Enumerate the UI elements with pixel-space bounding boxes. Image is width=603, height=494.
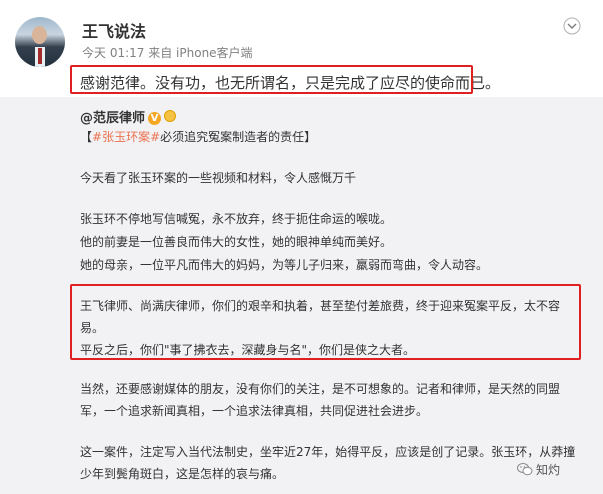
topic-link[interactable]: #张玉环案# bbox=[92, 130, 160, 144]
repost-paragraph-line: 军，一个追求新闻真相，一个追求法律真相，共同促进社会进步。 bbox=[80, 404, 429, 418]
username[interactable]: 王飞说法 bbox=[82, 18, 146, 42]
avatar[interactable] bbox=[15, 17, 65, 67]
repost-paragraph-line: 这一案件，注定写入当代法制史，坐牢近27年，始得平反，应该是创了记录。张玉环，从… bbox=[80, 445, 576, 459]
post-time[interactable]: 今天 01:17 bbox=[82, 46, 144, 60]
chevron-down-icon[interactable] bbox=[563, 17, 581, 35]
weibo-post-card: 王飞说法 今天 01:17 来自 iPhone客户端 感谢范律。没有功，也无所谓… bbox=[0, 0, 603, 494]
repost-paragraph-line: 她的母亲，一位平凡而伟大的妈妈，为等儿子归来，羸弱而弯曲，令人动容。 bbox=[80, 258, 489, 272]
repost-author-name[interactable]: @范辰律师 bbox=[80, 111, 145, 126]
repost-topic-line: 【#张玉环案#必须追究冤案制造者的责任】 bbox=[80, 130, 317, 144]
repost-author[interactable]: @范辰律师 V bbox=[80, 107, 177, 126]
wechat-icon bbox=[517, 463, 533, 476]
watermark: 知灼 bbox=[517, 461, 560, 478]
repost-paragraph-line: 张玉环不停地写信喊冤，永不放弃，终于扼住命运的喉咙。 bbox=[80, 212, 393, 226]
post-meta: 今天 01:17 来自 iPhone客户端 bbox=[82, 44, 253, 61]
medal-icon bbox=[164, 110, 177, 122]
post-source: 来自 iPhone客户端 bbox=[148, 46, 253, 60]
highlight-box-post bbox=[70, 65, 473, 94]
repost-paragraph-line: 少年到鬓角斑白，这是怎样的哀与痛。 bbox=[80, 467, 285, 481]
verified-v-icon: V bbox=[148, 112, 162, 125]
highlight-box-repost bbox=[70, 284, 581, 360]
repost-paragraph-line: 他的前妻是一位善良而伟大的女性，她的眼神单纯而美好。 bbox=[80, 235, 393, 249]
repost-paragraph-line: 当然，还要感谢媒体的朋友，没有你们的关注，是不可想象的。记者和律师，是天然的同盟 bbox=[80, 382, 561, 396]
watermark-text: 知灼 bbox=[536, 463, 561, 477]
repost-paragraph-line: 今天看了张玉环案的一些视频和材料，令人感慨万千 bbox=[80, 171, 357, 185]
